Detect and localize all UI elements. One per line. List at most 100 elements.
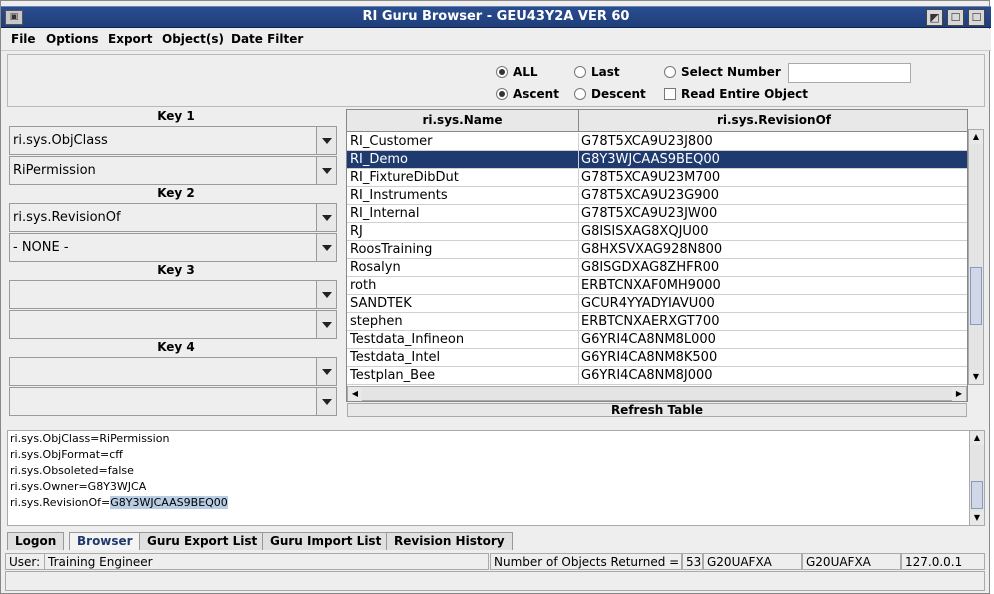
scroll-up-icon[interactable]: ▲ (970, 431, 984, 445)
status-ip: 127.0.0.1 (901, 553, 985, 570)
radio-last-indicator[interactable] (574, 66, 586, 78)
radio-descent[interactable]: Descent (574, 87, 646, 101)
cell-divider (578, 331, 579, 349)
radio-ascent[interactable]: Ascent (496, 87, 559, 101)
key4-value-combo[interactable] (9, 387, 337, 416)
table-row[interactable]: RJ G8ISISXAG8XQJU00 (347, 223, 967, 241)
table-header: ri.sys.Name ri.sys.RevisionOf (347, 110, 967, 132)
tab-logon[interactable]: Logon (7, 532, 65, 550)
table-row[interactable]: stephen ERBTCNXAERXGT700 (347, 313, 967, 331)
key1-value-combo[interactable]: RiPermission (9, 156, 337, 185)
key1-label: Key 1 (157, 109, 195, 123)
table-row[interactable]: Rosalyn G8ISGDXAG8ZHFR00 (347, 259, 967, 277)
chevron-down-icon[interactable] (316, 157, 336, 184)
close-icon[interactable]: ☐ (968, 9, 985, 26)
key3-field-combo[interactable] (9, 280, 337, 309)
cell-divider (578, 241, 579, 259)
key1-value-text: RiPermission (13, 163, 96, 178)
cell-revision-of: G6YRI4CA8NM8K500 (581, 350, 718, 365)
chevron-down-icon[interactable] (316, 388, 336, 415)
radio-ascent-indicator[interactable] (496, 88, 508, 100)
table-row[interactable]: RoosTraining G8HXSVXAG928N800 (347, 241, 967, 259)
menu-objects[interactable]: Object(s) (162, 32, 224, 46)
cell-revision-of: G78T5XCA9U23J800 (581, 134, 713, 149)
scroll-thumb[interactable] (970, 267, 982, 325)
key2-field-combo[interactable]: ri.sys.RevisionOf (9, 203, 337, 232)
refresh-table-button[interactable]: Refresh Table (347, 403, 967, 417)
chevron-down-icon[interactable] (316, 281, 336, 308)
key3-value-combo[interactable] (9, 310, 337, 339)
chevron-down-icon[interactable] (316, 234, 336, 261)
scroll-left-icon[interactable]: ◀ (348, 387, 362, 401)
status-user-value: Training Engineer (44, 553, 489, 570)
title-bar[interactable]: ▣ RI Guru Browser - GEU43Y2A VER 60 ◩ ☐ … (1, 6, 991, 28)
key4-field-combo[interactable] (9, 357, 337, 386)
read-entire-object-checkbox[interactable]: Read Entire Object (664, 87, 808, 101)
radio-all[interactable]: ALL (496, 65, 538, 79)
key1-field-combo[interactable]: ri.sys.ObjClass (9, 126, 337, 155)
status-objects-count: 53 (682, 553, 703, 570)
tab-revision-history[interactable]: Revision History (386, 532, 513, 550)
chevron-down-icon[interactable] (316, 204, 336, 231)
radio-last[interactable]: Last (574, 65, 620, 79)
cell-divider (578, 187, 579, 205)
scroll-up-icon[interactable]: ▲ (969, 130, 983, 144)
table-row[interactable]: Testplan_Bee G6YRI4CA8NM8J000 (347, 367, 967, 385)
cell-divider (578, 223, 579, 241)
select-number-input[interactable] (788, 63, 911, 83)
cell-divider (578, 169, 579, 187)
table-row[interactable]: RI_FixtureDibDut G78T5XCA9U23M700 (347, 169, 967, 187)
column-header-name[interactable]: ri.sys.Name (347, 113, 578, 127)
scroll-thumb[interactable] (971, 481, 983, 509)
cell-revision-of: GCUR4YYADYIAVU00 (581, 296, 715, 311)
details-vertical-scrollbar[interactable]: ▲ ▼ (969, 430, 985, 526)
menu-date-filter[interactable]: Date Filter (231, 32, 303, 46)
detail-line: ri.sys.ObjFormat=cff (10, 448, 123, 461)
radio-descent-indicator[interactable] (574, 88, 586, 100)
window-title: RI Guru Browser - GEU43Y2A VER 60 (362, 9, 630, 24)
table-row[interactable]: roth ERBTCNXAF0MH9000 (347, 277, 967, 295)
chevron-down-icon[interactable] (316, 358, 336, 385)
detail-line: ri.sys.ObjClass=RiPermission (10, 432, 170, 445)
tab-guru-import-list[interactable]: Guru Import List (262, 532, 390, 550)
table-row[interactable]: Testdata_Intel G6YRI4CA8NM8K500 (347, 349, 967, 367)
cell-name: roth (350, 278, 377, 293)
scroll-right-icon[interactable]: ▶ (952, 387, 966, 401)
menu-export[interactable]: Export (108, 32, 152, 46)
table-horizontal-scrollbar[interactable]: ◀ ▶ (347, 386, 967, 401)
table-row[interactable]: RI_Instruments G78T5XCA9U23G900 (347, 187, 967, 205)
tab-guru-export-list[interactable]: Guru Export List (139, 532, 266, 550)
key2-value-text: - NONE - (13, 240, 69, 255)
chevron-down-icon[interactable] (316, 127, 336, 154)
cell-revision-of: G78T5XCA9U23JW00 (581, 206, 718, 221)
scroll-down-icon[interactable]: ▼ (970, 511, 984, 525)
cell-name: RI_FixtureDibDut (350, 170, 459, 185)
table-row[interactable]: SANDTEK GCUR4YYADYIAVU00 (347, 295, 967, 313)
table-row[interactable]: Testdata_Infineon G6YRI4CA8NM8L000 (347, 331, 967, 349)
radio-last-label: Last (591, 65, 620, 79)
table-row[interactable]: RI_Customer G78T5XCA9U23J800 (347, 133, 967, 151)
column-header-revision[interactable]: ri.sys.RevisionOf (579, 113, 967, 127)
radio-select-number-indicator[interactable] (664, 66, 676, 78)
radio-select-number[interactable]: Select Number (664, 65, 781, 79)
maximize-icon[interactable]: ☐ (947, 9, 964, 26)
status-host-2: G20UAFXA (802, 553, 901, 570)
cell-divider (578, 205, 579, 223)
cell-revision-of: G8HXSVXAG928N800 (581, 242, 723, 257)
object-details-text[interactable]: ri.sys.ObjClass=RiPermission ri.sys.ObjF… (7, 430, 971, 526)
table-vertical-scrollbar[interactable]: ▲ ▼ (968, 129, 984, 385)
table-row[interactable]: RI_Internal G78T5XCA9U23JW00 (347, 205, 967, 223)
table-row[interactable]: RI_Demo G8Y3WJCAAS9BEQ00 (347, 151, 967, 169)
menu-file[interactable]: File (11, 32, 36, 46)
radio-all-indicator[interactable] (496, 66, 508, 78)
key2-value-combo[interactable]: - NONE - (9, 233, 337, 262)
cell-divider (578, 277, 579, 295)
key1-field-value: ri.sys.ObjClass (13, 133, 108, 148)
chevron-down-icon[interactable] (316, 311, 336, 338)
scroll-down-icon[interactable]: ▼ (969, 370, 983, 384)
tab-browser[interactable]: Browser (69, 532, 141, 550)
checkbox-indicator[interactable] (664, 88, 676, 100)
minimize-icon[interactable]: ◩ (926, 9, 943, 26)
cell-divider (578, 313, 579, 331)
menu-options[interactable]: Options (46, 32, 99, 46)
